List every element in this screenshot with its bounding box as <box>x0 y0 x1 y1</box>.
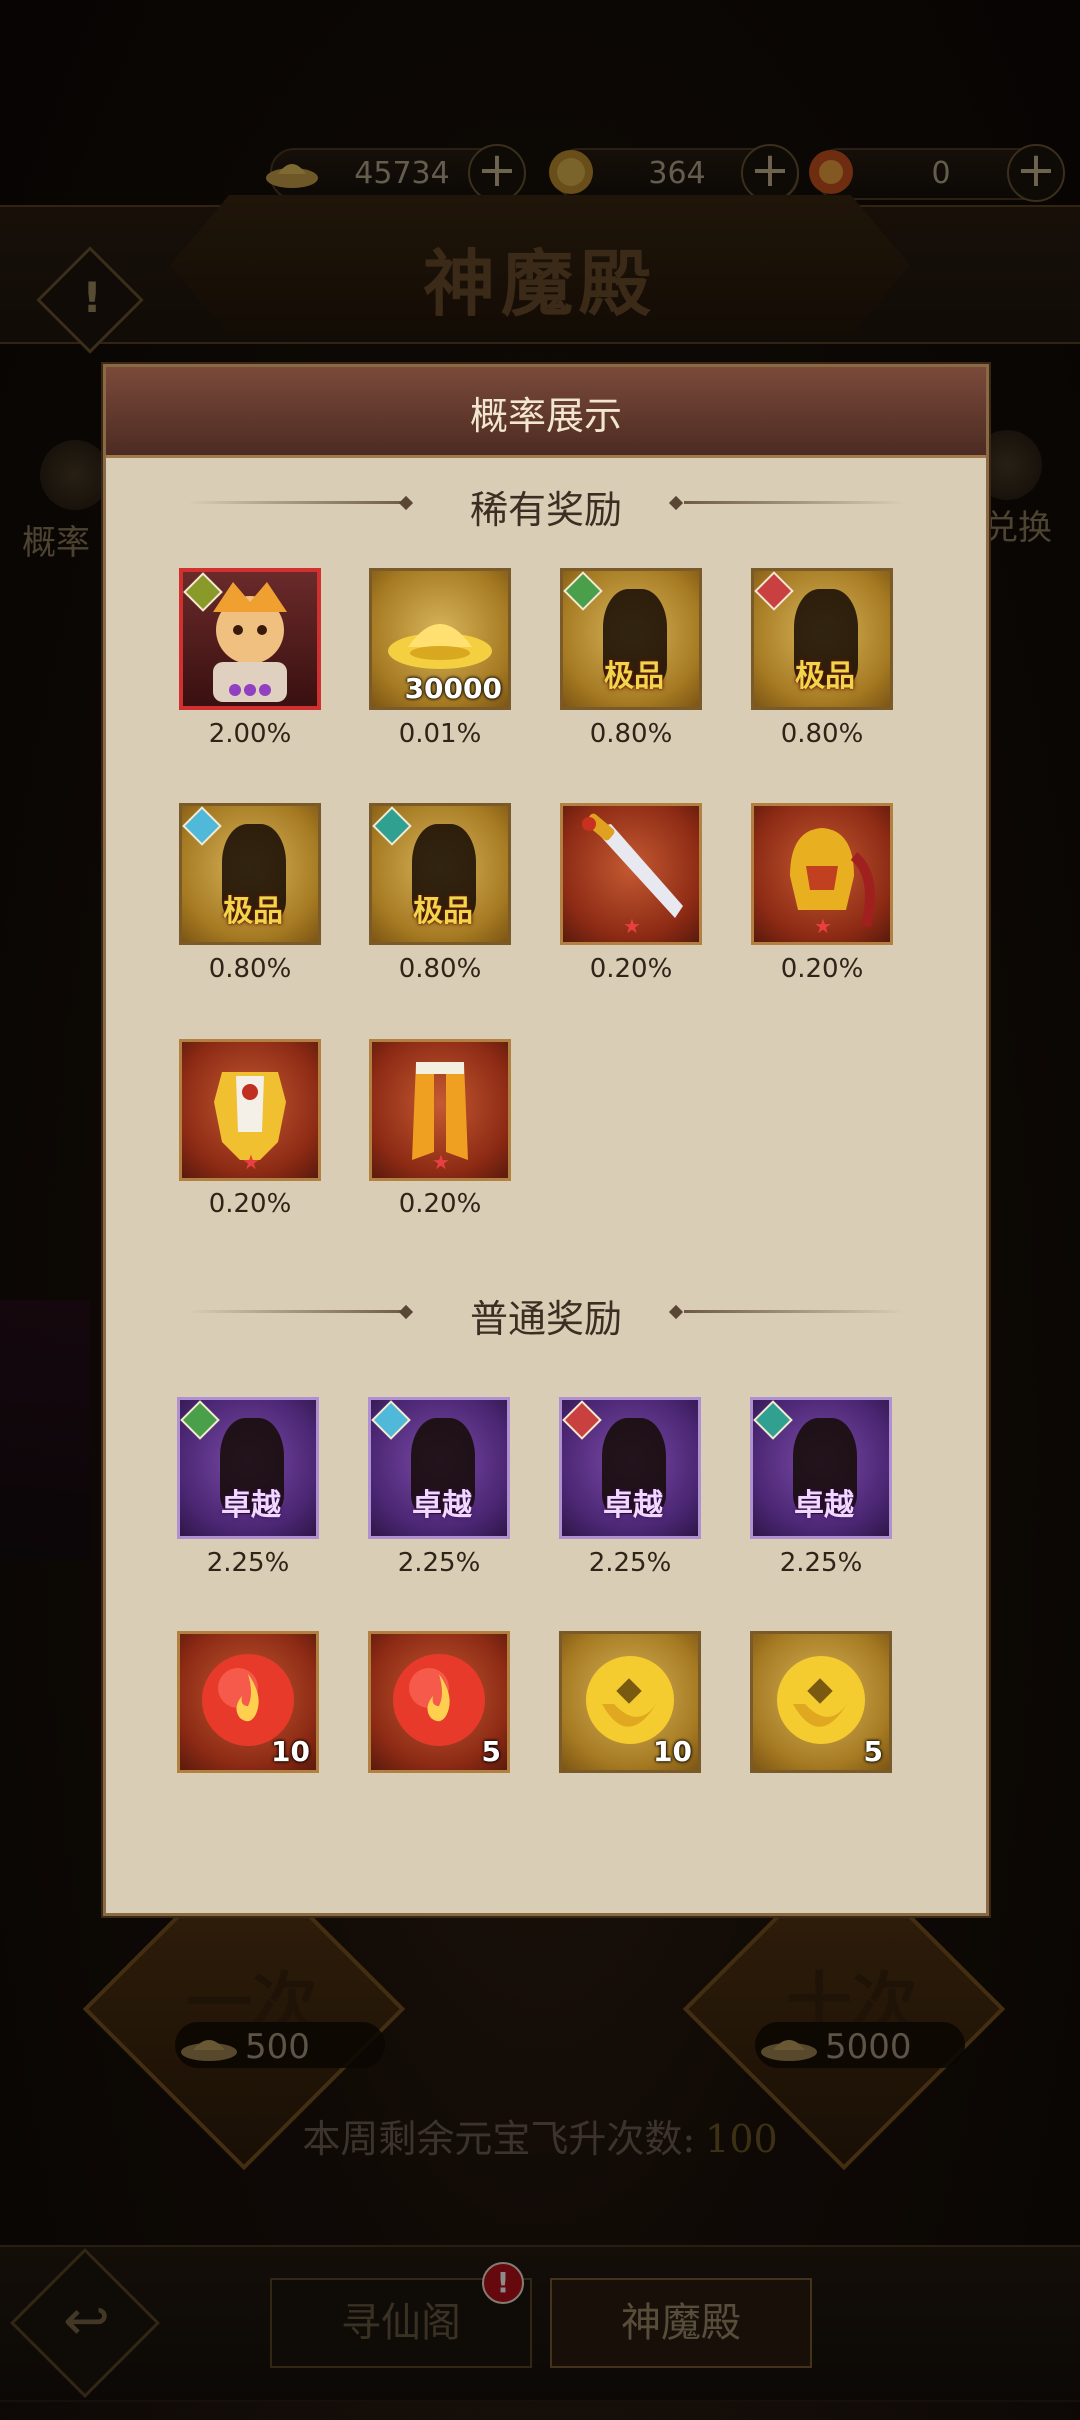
reward-count: 10 <box>271 1735 310 1768</box>
gem-icon <box>563 571 603 611</box>
gem-icon <box>371 1400 411 1440</box>
reward-count: 5 <box>863 1735 883 1768</box>
reward-fire-orb[interactable]: 10 <box>177 1631 319 1773</box>
rare-rewards-title: 稀有奖励 <box>469 488 622 532</box>
modal-title: 概率展示 <box>469 394 622 438</box>
reward-epic-shard[interactable]: 卓越 <box>559 1397 701 1539</box>
reward-prob: 0.20% <box>208 1189 292 1219</box>
reward-prob: 2.25% <box>779 1548 863 1578</box>
reward-prob: 2.00% <box>208 719 292 749</box>
reward-legendary-shard[interactable]: 极品 <box>751 568 893 710</box>
reward-legendary-shard[interactable]: 极品 <box>179 803 321 945</box>
reward-prob: 0.20% <box>589 954 673 984</box>
divider-line <box>684 501 904 504</box>
reward-tag: 极品 <box>795 659 855 694</box>
gem-icon <box>562 1400 602 1440</box>
reward-prob: 2.25% <box>206 1548 290 1578</box>
reward-fire-orb[interactable]: 5 <box>368 1631 510 1773</box>
reward-sword[interactable]: ★ <box>560 803 702 945</box>
reward-tag: 极品 <box>413 894 473 929</box>
reward-armor[interactable]: ★ <box>179 1039 321 1181</box>
reward-prob: 0.80% <box>780 719 864 749</box>
reward-legendary-shard[interactable]: 极品 <box>560 568 702 710</box>
reward-epic-shard[interactable]: 卓越 <box>177 1397 319 1539</box>
star-icon: ★ <box>814 914 832 938</box>
star-icon: ★ <box>242 1150 260 1174</box>
reward-count: 10 <box>653 1735 692 1768</box>
reward-prob: 0.80% <box>208 954 292 984</box>
reward-prob: 0.20% <box>398 1189 482 1219</box>
reward-ingot[interactable]: 30000 <box>369 568 511 710</box>
reward-prob: 0.20% <box>780 954 864 984</box>
star-icon: ★ <box>623 914 641 938</box>
gem-icon <box>753 1400 793 1440</box>
gem-icon <box>180 1400 220 1440</box>
reward-helmet[interactable]: ★ <box>751 803 893 945</box>
reward-epic-shard[interactable]: 卓越 <box>368 1397 510 1539</box>
reward-tag: 卓越 <box>221 1488 281 1523</box>
reward-tag: 极品 <box>223 894 283 929</box>
reward-tag: 极品 <box>604 659 664 694</box>
reward-prob: 2.25% <box>397 1548 481 1578</box>
reward-count: 30000 <box>404 672 502 705</box>
gem-icon <box>182 806 222 846</box>
modal-header: 概率展示 <box>106 367 986 458</box>
reward-jade-coin[interactable]: 10 <box>559 1631 701 1773</box>
reward-prob: 0.80% <box>589 719 673 749</box>
reward-prob: 0.80% <box>398 954 482 984</box>
star-icon: ★ <box>432 1150 450 1174</box>
reward-jade-coin[interactable]: 5 <box>750 1631 892 1773</box>
gem-icon <box>754 571 794 611</box>
gem-icon <box>372 806 412 846</box>
reward-epic-shard[interactable]: 卓越 <box>750 1397 892 1539</box>
reward-prob: 0.01% <box>398 719 482 749</box>
reward-boots[interactable]: ★ <box>369 1039 511 1181</box>
reward-tag: 卓越 <box>794 1488 854 1523</box>
reward-tag: 卓越 <box>603 1488 663 1523</box>
reward-legendary-shard[interactable]: 极品 <box>369 803 511 945</box>
probability-modal: 概率展示 稀有奖励 2.00% 30000 0.01% 极品 0.80% 极品 … <box>103 364 989 1916</box>
reward-hero[interactable] <box>179 568 321 710</box>
divider-line <box>684 1310 904 1313</box>
reward-count: 5 <box>481 1735 501 1768</box>
reward-prob: 2.25% <box>588 1548 672 1578</box>
reward-tag: 卓越 <box>412 1488 472 1523</box>
common-rewards-title: 普通奖励 <box>469 1297 622 1341</box>
